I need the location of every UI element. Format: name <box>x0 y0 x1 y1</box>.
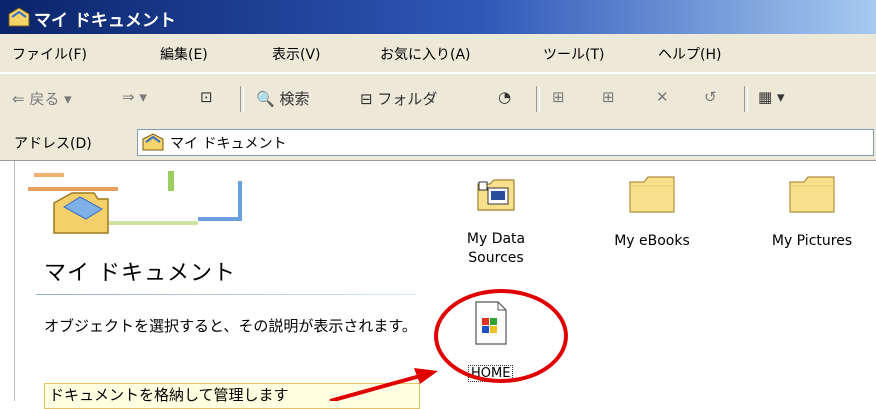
annotation-arrow <box>329 368 438 401</box>
